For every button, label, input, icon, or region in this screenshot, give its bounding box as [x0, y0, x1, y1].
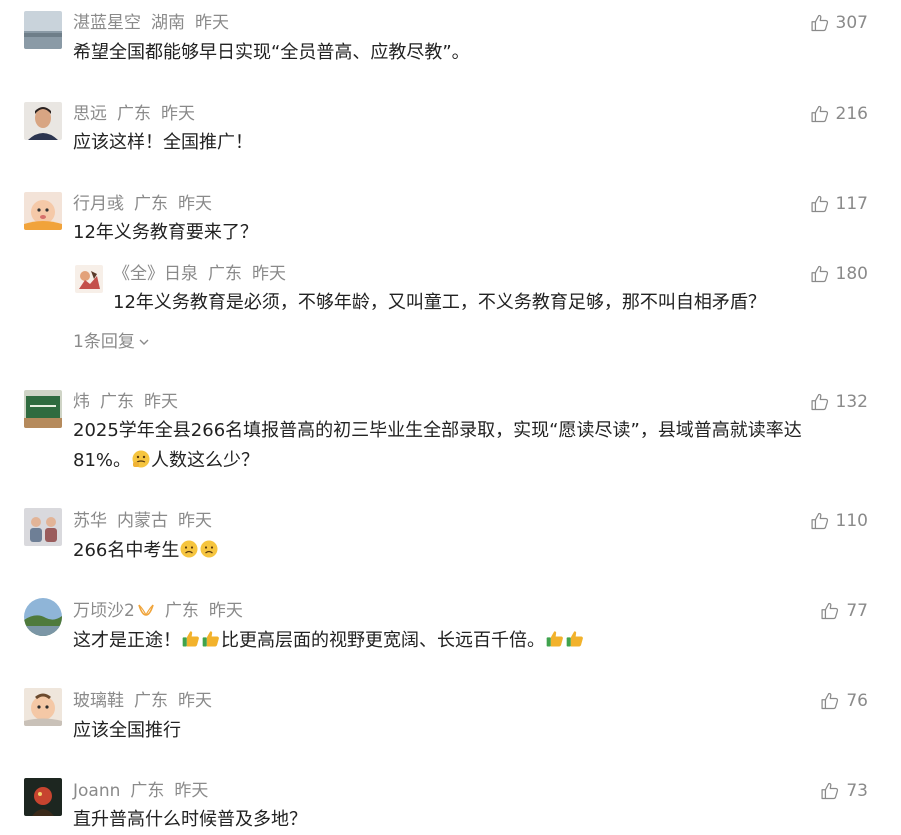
user-name[interactable]: 万顷沙2	[73, 601, 155, 621]
like-count: 110	[835, 511, 868, 531]
thumbs-up-icon	[820, 691, 840, 711]
comment-time: 昨天	[178, 511, 212, 531]
avatar[interactable]	[24, 688, 62, 726]
comment-text-part: 比更高层面的视野更宽阔、长远百千倍。	[221, 630, 545, 651]
thumbs-up-emoji-icon	[201, 629, 221, 649]
comment-time: 昨天	[178, 194, 212, 214]
user-region: 广东	[134, 691, 168, 711]
thumbs-up-emoji-icon	[181, 629, 201, 649]
user-name[interactable]: 行月彧	[73, 194, 124, 214]
thumbs-up-icon	[810, 13, 830, 33]
user-region: 广东	[208, 264, 242, 284]
like-count: 132	[835, 392, 868, 412]
comment-text-continued: 81%。 人数这么少？	[73, 445, 259, 476]
user-region: 广东	[164, 601, 199, 621]
thumbs-up-icon	[820, 601, 840, 621]
chevron-down-icon	[139, 339, 149, 345]
thinking-emoji-icon	[132, 450, 150, 468]
comment-time: 昨天	[174, 781, 209, 801]
expand-replies-button[interactable]: 1条回复	[73, 331, 151, 353]
comment-text-part: 266名中考生	[73, 540, 180, 561]
avatar[interactable]	[75, 265, 103, 293]
user-region: 广东	[130, 781, 165, 801]
thumbs-up-icon	[810, 264, 830, 284]
like-count: 216	[835, 104, 868, 124]
sad-emoji-icon	[200, 540, 218, 558]
avatar[interactable]	[24, 508, 62, 546]
avatar[interactable]	[24, 778, 62, 816]
like-button[interactable]: 76	[820, 690, 868, 712]
comment-text-part: 81%。	[73, 450, 132, 471]
comment-text: 12年义务教育要来了？	[73, 222, 258, 243]
user-name[interactable]: 炜	[73, 392, 90, 412]
user-region: 广东	[100, 392, 134, 412]
thumbs-up-icon	[810, 194, 830, 214]
like-button[interactable]: 110	[810, 510, 868, 532]
comment-time: 昨天	[195, 13, 229, 33]
thumbs-up-icon	[810, 511, 830, 531]
comment-text: 应该这样！全国推广！	[73, 132, 253, 153]
avatar[interactable]	[24, 102, 62, 140]
like-button[interactable]: 216	[810, 103, 868, 125]
like-count: 117	[835, 194, 868, 214]
comment-feed: 湛蓝星空 湖南 昨天 希望全国都能够早日实现“全员普高、应教尽教”。 307 思远广…	[0, 0, 901, 835]
user-name[interactable]: 《全》日泉	[113, 264, 198, 284]
avatar[interactable]	[24, 192, 62, 230]
thumbs-up-icon	[820, 781, 840, 801]
like-button[interactable]: 77	[820, 600, 868, 622]
sad-emoji-icon	[180, 540, 198, 558]
user-name[interactable]: 思远	[73, 104, 107, 124]
like-button[interactable]: 73	[820, 780, 868, 802]
like-button[interactable]: 132	[810, 391, 868, 413]
avatar[interactable]	[24, 598, 62, 636]
comment-time: 昨天	[178, 691, 212, 711]
like-button[interactable]: 117	[810, 193, 868, 215]
comment-text: 2025学年全县266名填报普高的初三毕业生全部录取，实现“愿读尽读”，县域普高…	[73, 420, 802, 441]
like-count: 73	[846, 781, 868, 801]
like-button[interactable]: 180	[810, 263, 868, 285]
comment-text: 希望全国都能够早日实现“全员普高、应教尽教”。	[73, 42, 470, 63]
like-count: 77	[846, 601, 868, 621]
user-name[interactable]: 苏华	[73, 511, 107, 531]
avatar[interactable]	[24, 390, 62, 428]
comment-time: 昨天	[144, 392, 178, 412]
thumbs-up-icon	[810, 104, 830, 124]
comment-text-part: 这才是正途！	[73, 630, 181, 651]
comment-time: 昨天	[161, 104, 195, 124]
user-region: 湖南	[151, 13, 185, 33]
thumbs-up-emoji-icon	[565, 629, 585, 649]
comment-text: 应该全国推行	[73, 720, 181, 741]
like-count: 307	[835, 13, 868, 33]
comment-text: 这才是正途！ 比更高层面的视野更宽阔、长远百千倍。	[73, 625, 585, 656]
comment-text: 266名中考生	[73, 535, 219, 566]
user-name[interactable]: 湛蓝星空	[73, 13, 141, 33]
user-name[interactable]: 玻璃鞋	[73, 691, 124, 711]
vip-badge-icon	[138, 604, 154, 616]
like-button[interactable]: 307	[810, 12, 868, 34]
comment-time: 昨天	[208, 601, 243, 621]
reply-text: 12年义务教育是必须，不够年龄，又叫童工，不义务教育足够，那不叫自相矛盾？	[113, 292, 766, 313]
comment-text-part: 人数这么少？	[151, 450, 260, 471]
avatar[interactable]	[24, 11, 62, 49]
user-region: 广东	[134, 194, 168, 214]
like-count: 76	[846, 691, 868, 711]
replies-label: 1条回复	[73, 332, 135, 352]
thumbs-up-icon	[810, 392, 830, 412]
comment-time: 昨天	[252, 264, 286, 284]
like-count: 180	[835, 264, 868, 284]
comment-text: 直升普高什么时候普及多地？	[73, 809, 307, 830]
user-name-text: 万顷沙2	[73, 601, 135, 621]
user-region: 广东	[117, 104, 151, 124]
user-name[interactable]: Joann	[73, 781, 120, 801]
user-region: 内蒙古	[117, 511, 168, 531]
thumbs-up-emoji-icon	[545, 629, 565, 649]
